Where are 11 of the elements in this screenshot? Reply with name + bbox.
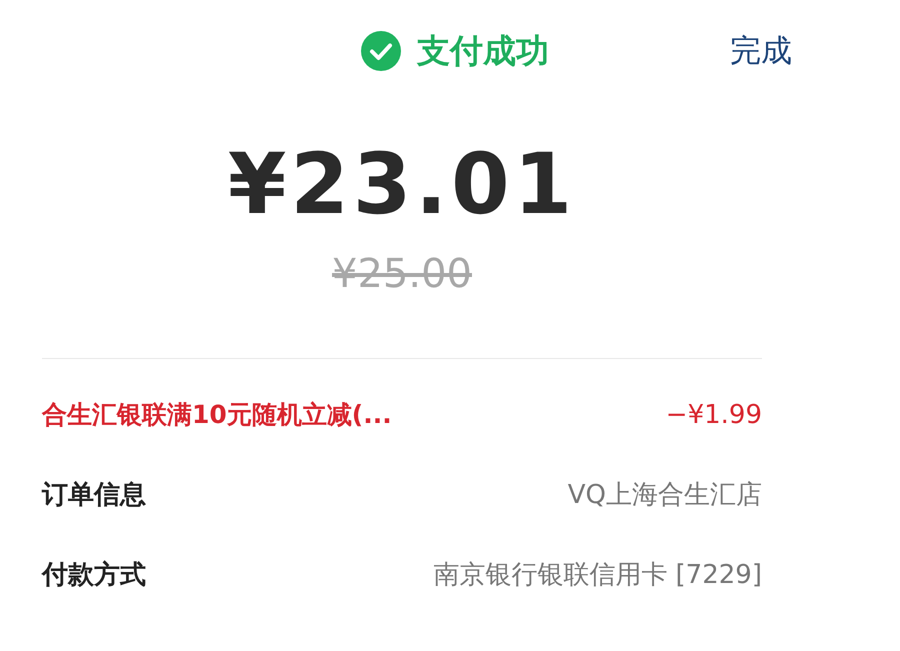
discount-value: −¥1.99 xyxy=(666,398,762,432)
success-check-icon xyxy=(361,30,401,71)
detail-label: 付款方式 xyxy=(42,558,146,592)
done-button[interactable]: 完成 xyxy=(730,28,792,74)
original-amount: ¥25.00 xyxy=(332,250,472,298)
detail-value: 南京银行银联信用卡 [7229] xyxy=(433,558,762,592)
detail-value: VQ上海合生汇店 xyxy=(568,478,762,512)
payment-amount: ¥23.01 xyxy=(228,136,576,232)
discount-label: 合生汇银联满10元随机立减(... xyxy=(42,399,392,432)
payment-status: 支付成功 xyxy=(417,30,549,72)
detail-label: 订单信息 xyxy=(42,478,146,512)
